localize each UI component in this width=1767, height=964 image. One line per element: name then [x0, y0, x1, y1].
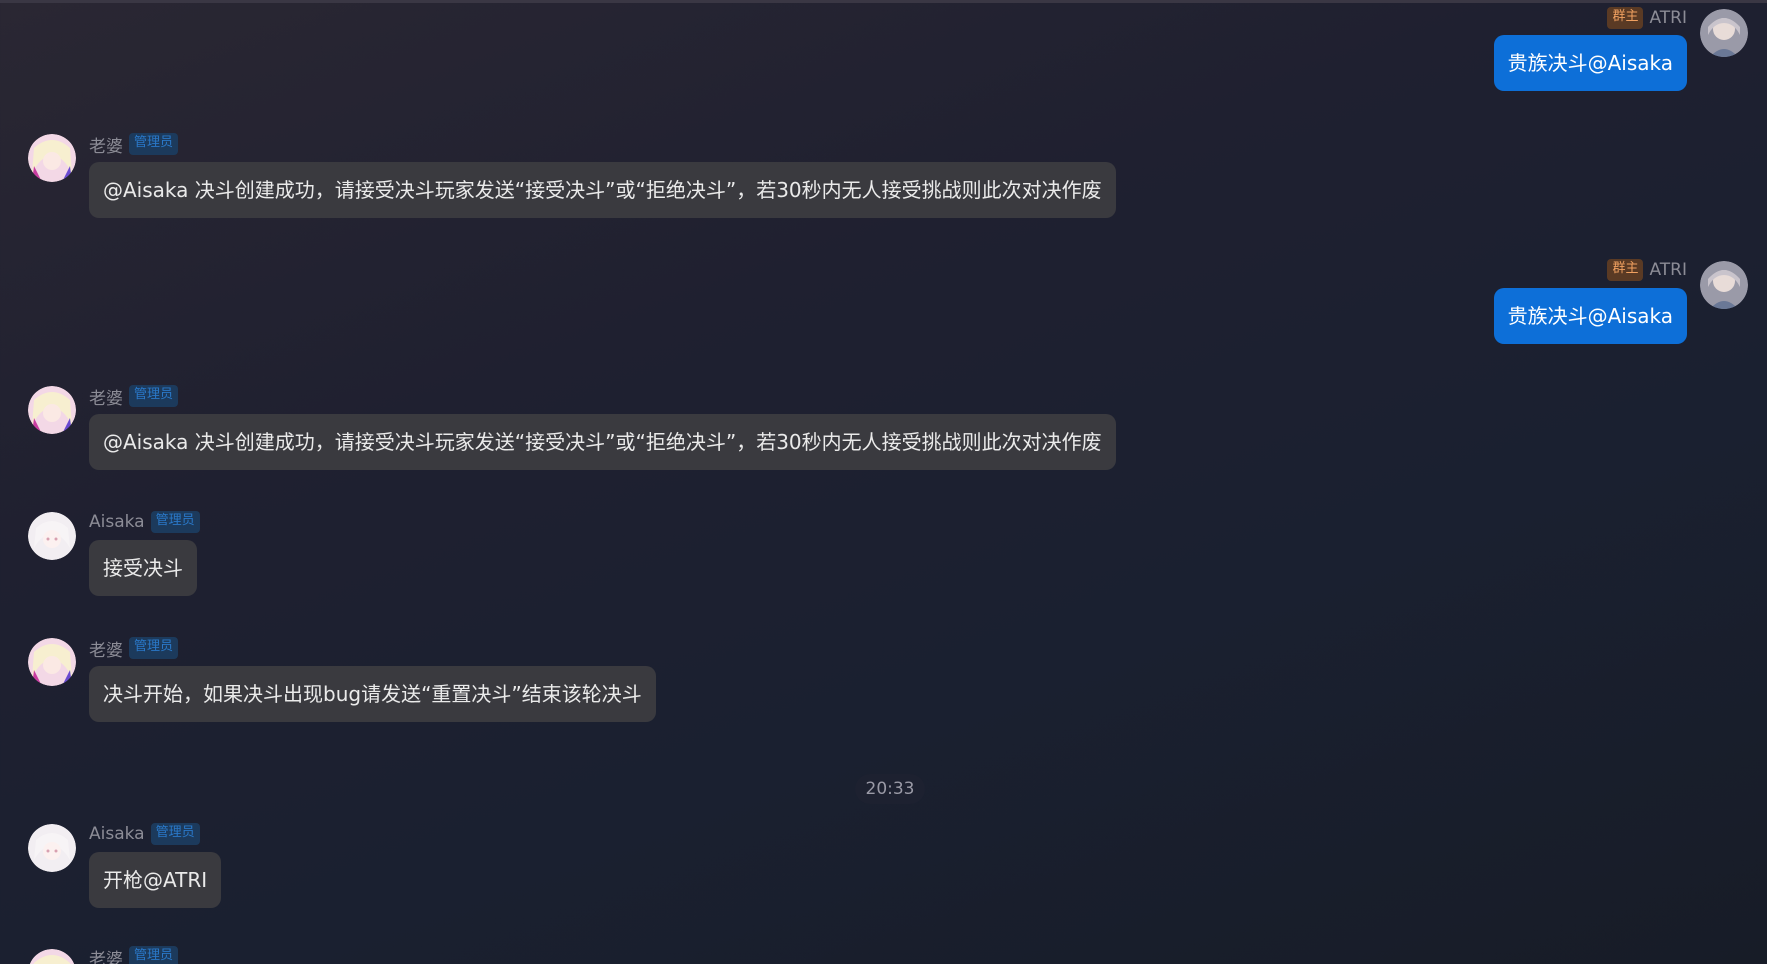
laopo-avatar[interactable]	[28, 638, 76, 686]
admin-badge: 管理员	[150, 823, 200, 845]
message-bubble[interactable]: 贵族决斗@Aisaka	[1493, 288, 1687, 344]
sender-name[interactable]: 老婆	[89, 636, 123, 661]
message-meta: 老婆 管理员	[89, 636, 179, 661]
sender-name[interactable]: 老婆	[89, 945, 123, 964]
laopo-avatar[interactable]	[28, 949, 76, 964]
sender-name[interactable]: Aisaka	[89, 512, 145, 532]
admin-badge: 管理员	[129, 385, 179, 407]
time-divider: 20:33	[855, 774, 925, 804]
message-meta: 群主 ATRI	[1607, 259, 1687, 281]
message-bubble[interactable]: @Aisaka 决斗创建成功，请接受决斗玩家发送“接受决斗”或“拒绝决斗”，若3…	[89, 162, 1116, 218]
sender-name[interactable]: ATRI	[1649, 8, 1687, 28]
aisaka-avatar[interactable]	[28, 512, 76, 560]
message-meta: 老婆 管理员	[89, 384, 179, 409]
message-bubble[interactable]: 贵族决斗@Aisaka	[1493, 35, 1687, 91]
message-meta: 老婆 管理员	[89, 132, 179, 157]
laopo-avatar[interactable]	[28, 134, 76, 182]
message-bubble[interactable]: 决斗开始，如果决斗出现bug请发送“重置决斗”结束该轮决斗	[89, 666, 656, 722]
atri-avatar[interactable]	[1700, 9, 1748, 57]
window-top-border	[0, 0, 1767, 3]
sender-name[interactable]: ATRI	[1649, 260, 1687, 280]
aisaka-avatar[interactable]	[28, 824, 76, 872]
admin-badge: 管理员	[150, 511, 200, 533]
message-bubble[interactable]: 开枪@ATRI	[89, 852, 222, 908]
message-bubble[interactable]: @Aisaka 决斗创建成功，请接受决斗玩家发送“接受决斗”或“拒绝决斗”，若3…	[89, 414, 1116, 470]
message-meta: Aisaka 管理员	[89, 511, 200, 533]
admin-badge: 管理员	[129, 637, 179, 659]
message-meta: 老婆 管理员	[89, 945, 179, 964]
atri-avatar[interactable]	[1700, 261, 1748, 309]
message-bubble[interactable]: 接受决斗	[89, 540, 197, 596]
admin-badge: 管理员	[129, 946, 179, 964]
admin-badge: 管理员	[129, 133, 179, 155]
sender-name[interactable]: 老婆	[89, 384, 123, 409]
sender-name[interactable]: Aisaka	[89, 824, 145, 844]
message-meta: 群主 ATRI	[1607, 7, 1687, 29]
sender-name[interactable]: 老婆	[89, 132, 123, 157]
owner-badge: 群主	[1607, 259, 1644, 281]
message-meta: Aisaka 管理员	[89, 823, 200, 845]
laopo-avatar[interactable]	[28, 386, 76, 434]
owner-badge: 群主	[1607, 7, 1644, 29]
